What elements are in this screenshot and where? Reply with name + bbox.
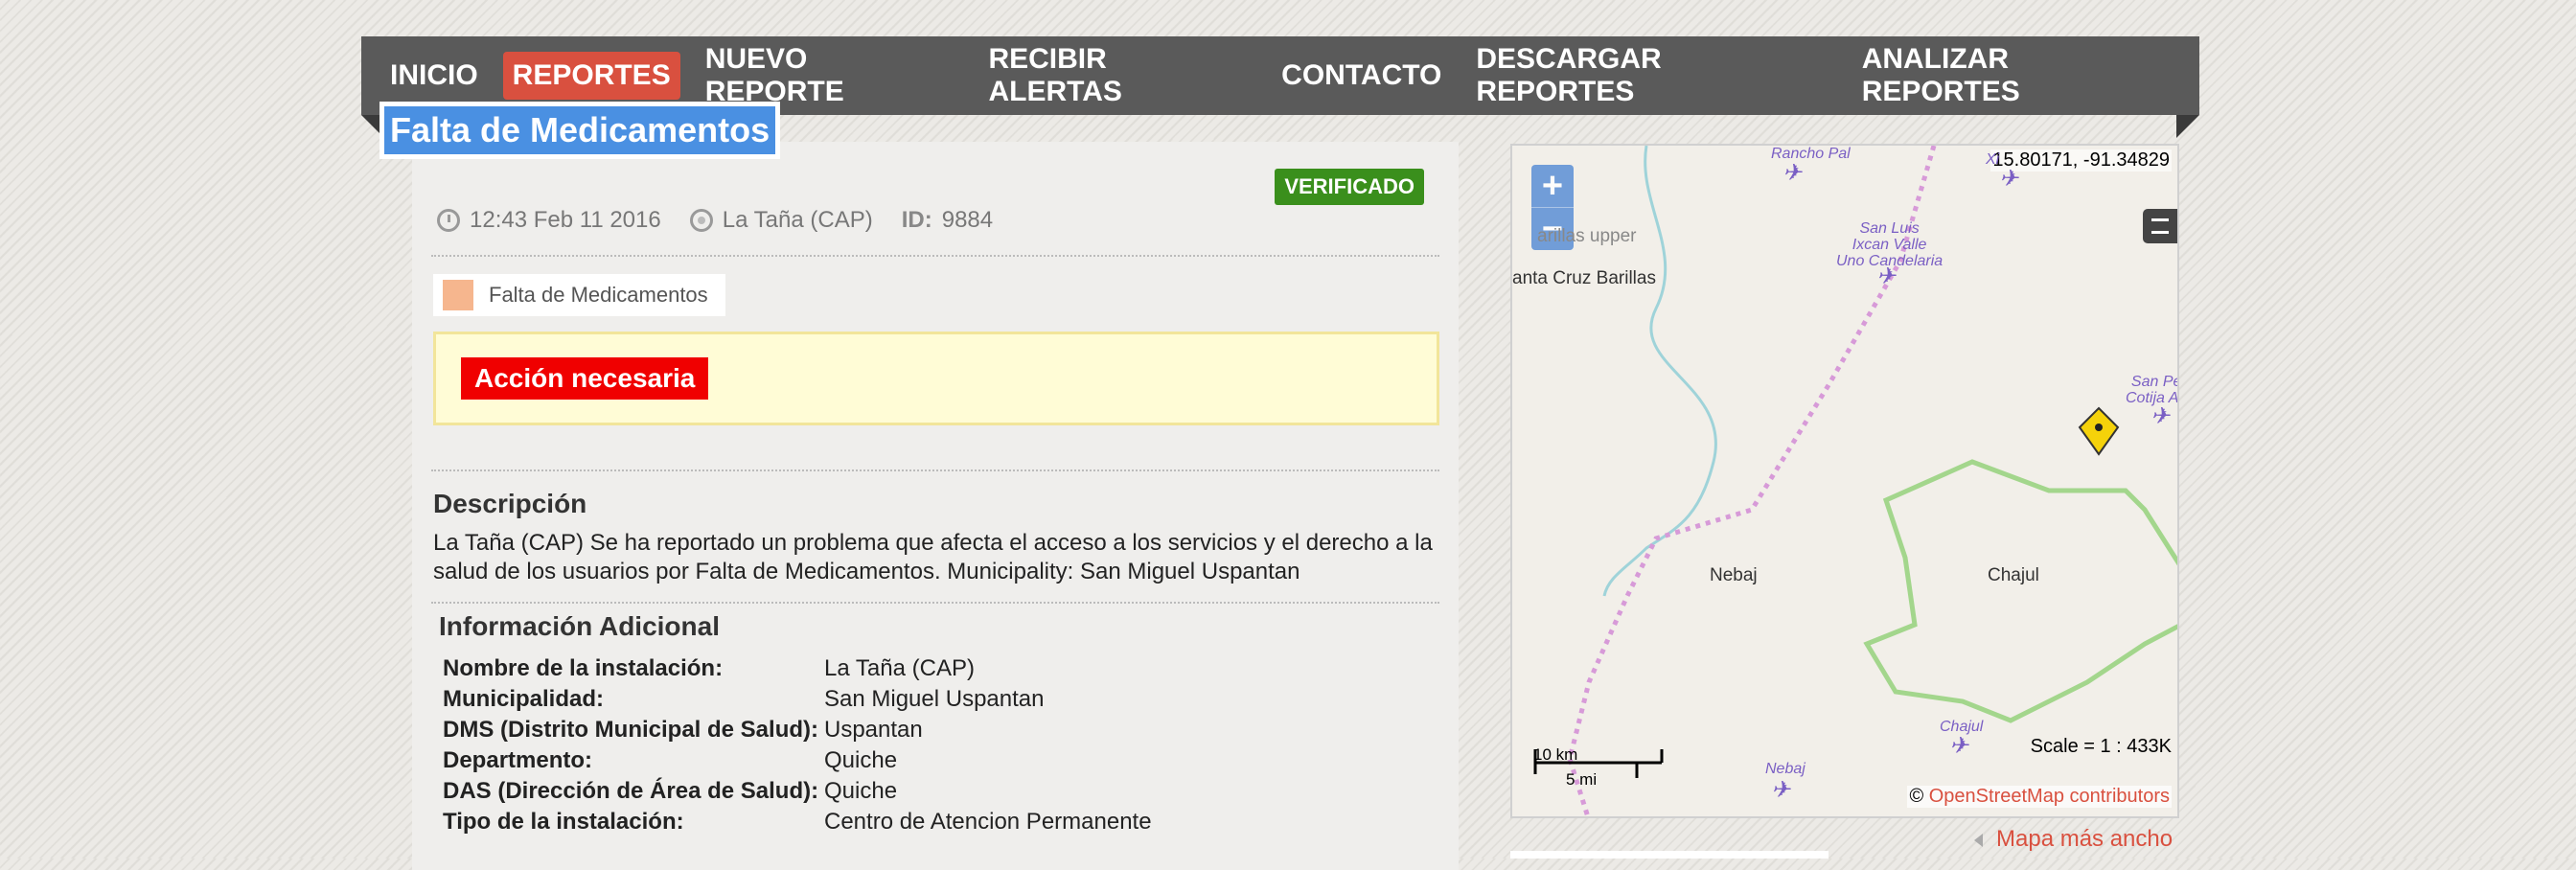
divider: [431, 255, 1439, 257]
info-row: DAS (Dirección de Área de Salud): Quiche: [443, 776, 1152, 807]
map-label-barillas: arillas upper: [1537, 226, 1637, 246]
airport-label-xi: Xi: [1986, 151, 2000, 168]
map[interactable]: + − 15.80171, -91.34829 anta Cruz Barill…: [1510, 144, 2179, 818]
report-meta: 12:43 Feb 11 2016 La Taña (CAP) ID: 9884: [437, 207, 993, 234]
info-label: DAS (Dirección de Área de Salud):: [443, 778, 819, 804]
info-label: Tipo de la instalación:: [443, 809, 684, 835]
nav-item-descargar-reportes[interactable]: DESCARGAR REPORTES: [1466, 35, 1836, 116]
description-heading: Descripción: [433, 489, 587, 518]
info-value: La Taña (CAP): [824, 655, 975, 681]
airport-icon: ✈: [1876, 263, 1897, 289]
info-label: DMS (Distrito Municipal de Salud):: [443, 717, 819, 743]
divider: [431, 469, 1439, 471]
page-title-text: Falta de Medicamentos: [384, 106, 776, 154]
description-text: La Taña (CAP) Se ha reportado un problem…: [433, 530, 1433, 584]
airport-icon: ✈: [1999, 166, 2019, 192]
map-label-nebaj: Nebaj: [1710, 565, 1758, 585]
alert-box: Acción necesaria: [433, 332, 1439, 425]
report-time: 12:43 Feb 11 2016: [470, 207, 661, 233]
info-value: Quiche: [824, 747, 898, 773]
map-scale: Scale = 1 : 433K: [2030, 736, 2172, 757]
verified-badge: VERIFICADO: [1275, 169, 1424, 205]
report-location: La Taña (CAP): [722, 207, 873, 233]
airport-label-san-luis: San Luis Ixcan Valle Uno Candelaria: [1836, 220, 1944, 269]
info-row: Municipalidad: San Miguel Uspantan: [443, 684, 1152, 715]
municipality-border: [1863, 459, 2177, 723]
nav-item-inicio[interactable]: INICIO: [380, 52, 488, 100]
report-id-label: ID:: [901, 207, 932, 233]
wider-map-link[interactable]: Mapa más ancho: [1974, 826, 2173, 853]
river: [1602, 146, 1717, 597]
nav-item-reportes[interactable]: REPORTES: [502, 52, 680, 100]
airport-icon: ✈: [1782, 160, 1803, 186]
wider-map-label: Mapa más ancho: [1996, 826, 2174, 852]
report-marker: [2078, 406, 2120, 456]
info-row: Nombre de la instalación: La Taña (CAP): [443, 653, 1152, 684]
divider: [431, 602, 1439, 604]
report-panel: VERIFICADO 12:43 Feb 11 2016 La Taña (CA…: [412, 142, 1459, 870]
map-attribution: © OpenStreetMap contributors: [1907, 786, 2172, 808]
map-label-chajul: Chajul: [1988, 565, 2039, 585]
category-label: Falta de Medicamentos: [489, 283, 708, 307]
info-label: Nombre de la instalación:: [443, 655, 724, 681]
info-table: Nombre de la instalación: La Taña (CAP) M…: [443, 653, 1152, 837]
alert-label: Acción necesaria: [461, 357, 709, 400]
info-value: Uspantan: [824, 717, 923, 743]
info-value: San Miguel Uspantan: [824, 686, 1045, 712]
map-bottom-strip: [1510, 851, 1828, 859]
nav-item-analizar-reportes[interactable]: ANALIZAR REPORTES: [1852, 35, 2184, 116]
airport-icon: ✈: [1949, 733, 1969, 759]
info-heading: Información Adicional: [439, 611, 720, 641]
category-tag[interactable]: Falta de Medicamentos: [433, 274, 725, 316]
zoom-in-button[interactable]: +: [1531, 165, 1574, 208]
info-label: Municipalidad:: [443, 686, 604, 712]
airport-icon: ✈: [1771, 777, 1791, 803]
scale-mi-label: 5 mi: [1566, 770, 1598, 789]
scale-km-label: 10 km: [1533, 745, 1578, 764]
attribution-symbol: ©: [1909, 786, 1924, 807]
clock-icon: [437, 209, 460, 232]
map-label-santa-cruz: anta Cruz Barillas: [1512, 268, 1656, 288]
report-id: 9884: [941, 207, 994, 233]
arrow-left-icon: [1974, 833, 1983, 847]
page-title: Falta de Medicamentos: [380, 102, 781, 159]
nav-fold-right: [2176, 115, 2199, 138]
info-label: Departmento:: [443, 747, 593, 773]
info-row: DMS (Distrito Municipal de Salud): Uspant…: [443, 715, 1152, 745]
info-row: Tipo de la instalación: Centro de Atencio…: [443, 807, 1152, 837]
airport-icon: ✈: [2150, 403, 2171, 429]
info-value: Quiche: [824, 778, 898, 804]
layers-icon[interactable]: [2143, 209, 2177, 243]
nav-item-contacto[interactable]: CONTACTO: [1272, 52, 1451, 100]
info-value: Centro de Atencion Permanente: [824, 809, 1152, 835]
location-icon: [689, 209, 713, 232]
nav-item-recibir-alertas[interactable]: RECIBIR ALERTAS: [978, 35, 1256, 116]
airport-label-nebaj: Nebaj: [1765, 761, 1806, 777]
info-row: Departmento: Quiche: [443, 745, 1152, 776]
category-swatch: [443, 280, 473, 310]
openstreetmap-link[interactable]: OpenStreetMap contributors: [1929, 786, 2170, 807]
airport-label-san-pe: San Pe Cotija Air: [2126, 374, 2179, 406]
